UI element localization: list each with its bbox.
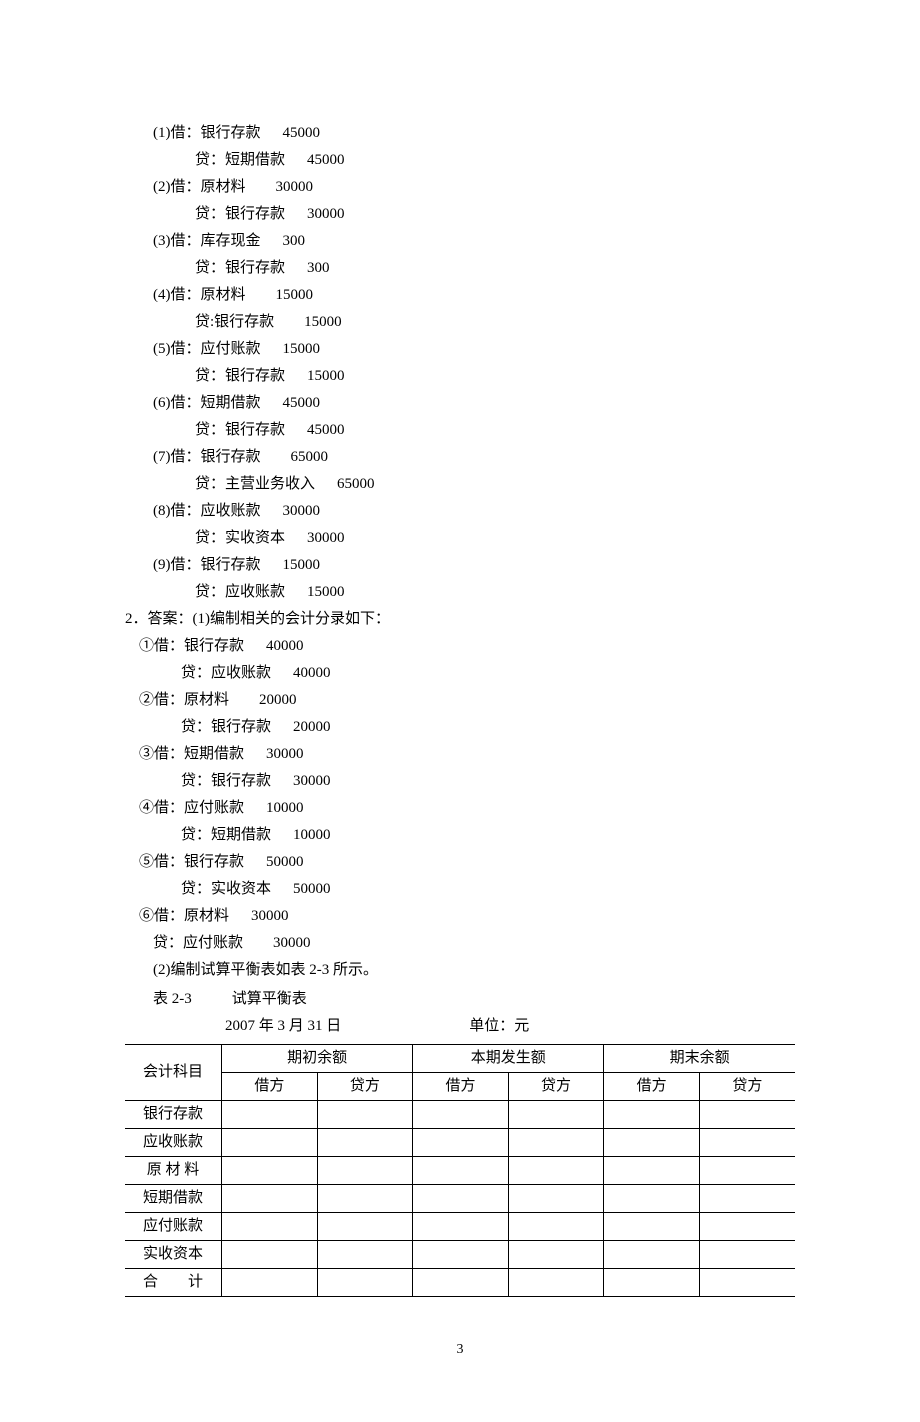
entry-2-credit: 贷：银行存款30000	[195, 201, 795, 228]
sub-entry-6-credit: 贷：应付账款30000	[153, 930, 795, 957]
entry-7-credit: 贷：主营业务收入65000	[195, 471, 795, 498]
entry-6-credit: 贷：银行存款45000	[195, 417, 795, 444]
table-heading: 表 2-3试算平衡表	[153, 986, 795, 1013]
col-ending-header: 期末余额	[604, 1045, 795, 1073]
entry-8-credit: 贷：实收资本30000	[195, 525, 795, 552]
sub-entry-3-credit: 贷：银行存款30000	[181, 768, 795, 795]
sub-entry-1-debit: ①借：银行存款40000	[139, 633, 795, 660]
entry-4-credit: 贷:银行存款15000	[195, 309, 795, 336]
document-content: (1)借：银行存款45000 贷：短期借款45000 (2)借：原材料30000…	[125, 120, 795, 1362]
table-header-row-1: 会计科目 期初余额 本期发生额 期末余额	[125, 1045, 795, 1073]
sub-header-credit-3: 贷方	[699, 1073, 795, 1101]
section-2-intro: 2．答案：(1)编制相关的会计分录如下：	[125, 606, 795, 633]
page-number: 3	[125, 1337, 795, 1362]
sub-entry-5-debit: ⑤借：银行存款50000	[139, 849, 795, 876]
col-opening-header: 期初余额	[222, 1045, 413, 1073]
entry-1-debit: (1)借：银行存款45000	[153, 120, 795, 147]
sub-entry-3-debit: ③借：短期借款30000	[139, 741, 795, 768]
sub-header-debit-2: 借方	[413, 1073, 509, 1101]
entry-6-debit: (6)借：短期借款45000	[153, 390, 795, 417]
sub-entry-5-credit: 贷：实收资本50000	[181, 876, 795, 903]
entry-4-debit: (4)借：原材料15000	[153, 282, 795, 309]
sub-header-debit-1: 借方	[222, 1073, 318, 1101]
table-row: 合 计	[125, 1269, 795, 1297]
trial-balance-table: 会计科目 期初余额 本期发生额 期末余额 借方 贷方 借方 贷方 借方 贷方 银…	[125, 1044, 795, 1297]
section-2-part-2: (2)编制试算平衡表如表 2-3 所示。	[153, 957, 795, 984]
sub-header-credit-2: 贷方	[508, 1073, 604, 1101]
sub-entry-1-credit: 贷：应收账款40000	[181, 660, 795, 687]
sub-entry-4-debit: ④借：应付账款10000	[139, 795, 795, 822]
table-row: 银行存款	[125, 1101, 795, 1129]
sub-entry-2-debit: ②借：原材料20000	[139, 687, 795, 714]
journal-entries-section-1: (1)借：银行存款45000 贷：短期借款45000 (2)借：原材料30000…	[125, 120, 795, 606]
entry-8-debit: (8)借：应收账款30000	[153, 498, 795, 525]
sub-header-debit-3: 借方	[604, 1073, 700, 1101]
journal-entries-section-2: ①借：银行存款40000 贷：应收账款40000 ②借：原材料20000 贷：银…	[125, 633, 795, 957]
entry-9-credit: 贷：应收账款15000	[195, 579, 795, 606]
col-account-header: 会计科目	[125, 1045, 222, 1101]
entry-7-debit: (7)借：银行存款65000	[153, 444, 795, 471]
sub-entry-4-credit: 贷：短期借款10000	[181, 822, 795, 849]
table-row: 应收账款	[125, 1129, 795, 1157]
entry-9-debit: (9)借：银行存款15000	[153, 552, 795, 579]
table-row: 原 材 料	[125, 1157, 795, 1185]
entry-5-credit: 贷：银行存款15000	[195, 363, 795, 390]
entry-5-debit: (5)借：应付账款15000	[153, 336, 795, 363]
sub-entry-6-debit: ⑥借：原材料30000	[139, 903, 795, 930]
col-period-header: 本期发生额	[413, 1045, 604, 1073]
entry-2-debit: (2)借：原材料30000	[153, 174, 795, 201]
table-date-unit: 2007 年 3 月 31 日单位：元	[225, 1013, 795, 1040]
sub-header-credit-1: 贷方	[317, 1073, 413, 1101]
sub-entry-2-credit: 贷：银行存款20000	[181, 714, 795, 741]
table-row: 实收资本	[125, 1241, 795, 1269]
table-row: 应付账款	[125, 1213, 795, 1241]
entry-3-debit: (3)借：库存现金300	[153, 228, 795, 255]
entry-3-credit: 贷：银行存款300	[195, 255, 795, 282]
table-row: 短期借款	[125, 1185, 795, 1213]
entry-1-credit: 贷：短期借款45000	[195, 147, 795, 174]
table-header-row-2: 借方 贷方 借方 贷方 借方 贷方	[125, 1073, 795, 1101]
